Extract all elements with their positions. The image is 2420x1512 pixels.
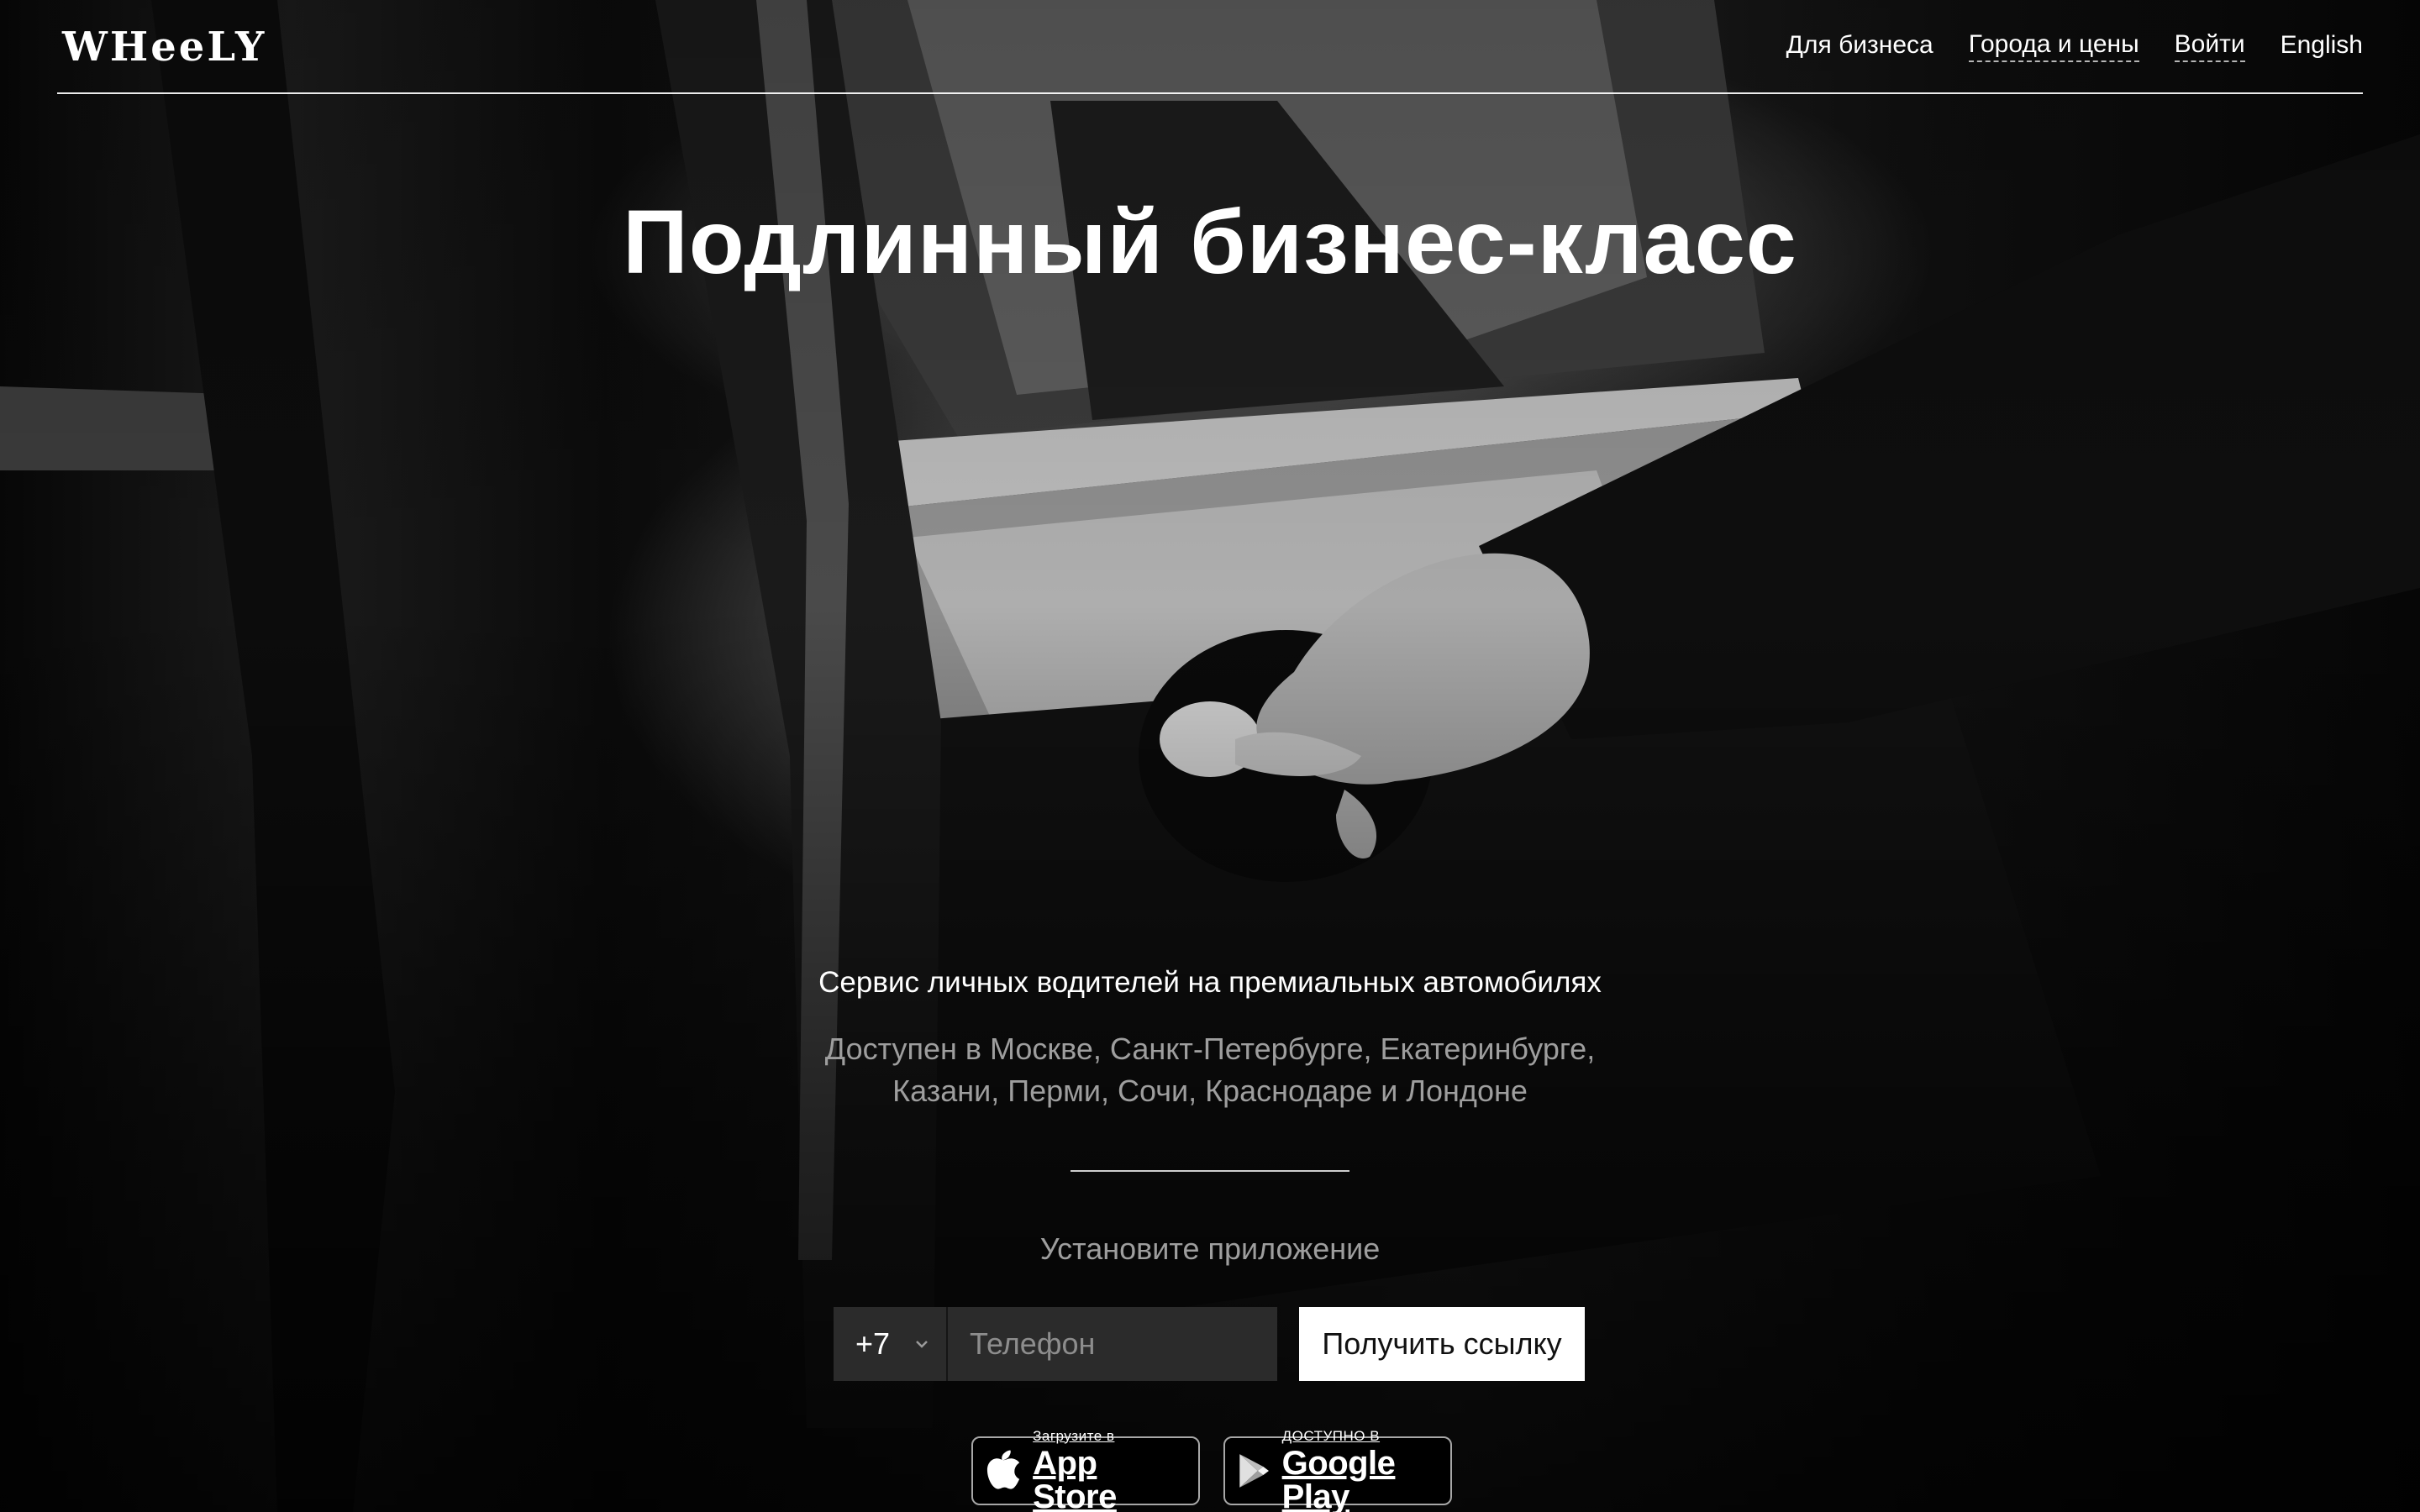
store-badges: Загрузите в App Store ДОСТУПНО В Google …: [971, 1429, 1452, 1512]
available-cities-line-2: Казани, Перми, Сочи, Краснодаре и Лондон…: [892, 1074, 1528, 1108]
country-code-select[interactable]: +7: [834, 1307, 948, 1381]
google-play-label: Google Play: [1281, 1444, 1396, 1512]
chevron-down-icon: [916, 1341, 928, 1348]
wheely-logo[interactable]: WHeeLY: [62, 24, 266, 71]
hero-subtitle: Сервис личных водителей на премиальных а…: [818, 966, 1602, 999]
get-link-button[interactable]: Получить ссылку: [1299, 1307, 1585, 1381]
hero-title: Подлинный бизнес-класс: [623, 191, 1797, 292]
get-link-form: +7 Получить ссылку: [834, 1307, 1585, 1381]
site-header: WHeeLY Для бизнеса Города и цены Войти E…: [57, 0, 2363, 94]
section-divider: [1071, 1170, 1349, 1172]
nav-login-link[interactable]: Войти: [2174, 29, 2245, 62]
apple-icon: [986, 1450, 1020, 1489]
available-cities: Доступен в Москве, Санкт-Петербурге, Ека…: [790, 1028, 1630, 1112]
top-nav: Для бизнеса Города и цены Войти English: [1786, 29, 2363, 62]
nav-cities-link[interactable]: Города и цены: [1968, 29, 2139, 62]
install-app-label: Установите приложение: [1039, 1231, 1381, 1266]
nav-language-link[interactable]: English: [2281, 29, 2363, 61]
app-store-badge[interactable]: Загрузите в App Store: [971, 1429, 1200, 1512]
google-play-small-label: ДОСТУПНО В: [1281, 1427, 1381, 1444]
app-store-label: App Store: [1033, 1444, 1117, 1512]
google-play-icon: [1239, 1454, 1269, 1488]
app-store-small-label: Загрузите в: [1033, 1427, 1115, 1444]
phone-input[interactable]: [948, 1307, 1277, 1381]
google-play-badge[interactable]: ДОСТУПНО В Google Play: [1223, 1429, 1452, 1512]
country-code-value: +7: [855, 1326, 891, 1361]
available-cities-line-1: Доступен в Москве, Санкт-Петербурге, Ека…: [824, 1032, 1596, 1066]
nav-business-link[interactable]: Для бизнеса: [1786, 29, 1933, 61]
